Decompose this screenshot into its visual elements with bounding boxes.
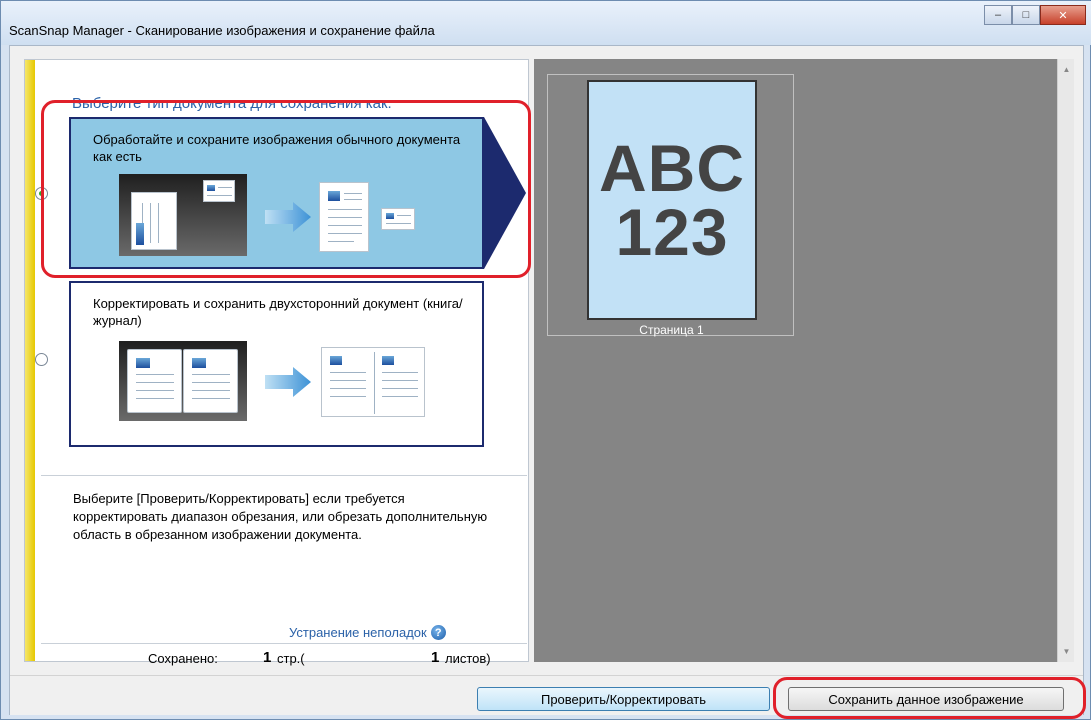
minimize-button[interactable]: – bbox=[984, 5, 1012, 25]
vertical-scrollbar[interactable]: ▲ ▼ bbox=[1057, 59, 1074, 662]
thumbnail-text-line2: 123 bbox=[615, 195, 729, 269]
highlight-outline bbox=[773, 677, 1086, 719]
window-controls: – □ ✕ bbox=[984, 5, 1086, 25]
page-thumbnail[interactable]: ABC 123 Страница 1 bbox=[547, 74, 794, 337]
troubleshoot-link-label[interactable]: Устранение неполадок bbox=[289, 625, 427, 640]
output-spread-image bbox=[321, 347, 425, 417]
highlight-outline bbox=[41, 100, 531, 278]
double-page-illustration bbox=[119, 341, 449, 426]
radio-double-page-document[interactable] bbox=[35, 353, 48, 366]
thumbnail-caption: Страница 1 bbox=[639, 323, 704, 337]
saved-sheets-unit: листов) bbox=[445, 651, 491, 666]
saved-label: Сохранено: bbox=[148, 651, 218, 666]
book-scan-image bbox=[119, 341, 247, 421]
separator bbox=[41, 475, 527, 476]
option-double-page-document[interactable]: Корректировать и сохранить двухсторонний… bbox=[35, 281, 484, 447]
saved-sheets-count: 1 bbox=[431, 649, 440, 666]
scroll-down-icon[interactable]: ▼ bbox=[1058, 643, 1075, 660]
maximize-button[interactable]: □ bbox=[1012, 5, 1040, 25]
preview-pane[interactable]: ABC 123 Страница 1 ▲ ▼ bbox=[534, 59, 1074, 662]
separator bbox=[41, 643, 527, 644]
saved-pages-count: 1 bbox=[263, 649, 272, 666]
arrow-right-icon bbox=[265, 367, 311, 397]
thumbnail-text-line1: ABC bbox=[599, 131, 745, 205]
troubleshoot-link[interactable]: Устранение неполадок ? bbox=[289, 625, 446, 640]
title-bar[interactable]: ScanSnap Manager - Сканирование изображе… bbox=[1, 1, 1091, 45]
option-double-page-document-label: Корректировать и сохранить двухсторонний… bbox=[93, 296, 463, 328]
main-window: ScanSnap Manager - Сканирование изображе… bbox=[0, 0, 1091, 720]
page-thumbnail-image[interactable]: ABC 123 bbox=[587, 80, 757, 320]
saved-pages-unit: стр.( bbox=[277, 651, 305, 666]
close-button[interactable]: ✕ bbox=[1040, 5, 1086, 25]
scroll-up-icon[interactable]: ▲ bbox=[1058, 61, 1075, 78]
help-icon[interactable]: ? bbox=[430, 625, 446, 640]
info-text: Выберите [Проверить/Корректировать] если… bbox=[73, 491, 488, 542]
window-title: ScanSnap Manager - Сканирование изображе… bbox=[9, 23, 435, 38]
verify-correct-button[interactable]: Проверить/Корректировать bbox=[477, 687, 770, 711]
accent-bar bbox=[25, 60, 35, 661]
